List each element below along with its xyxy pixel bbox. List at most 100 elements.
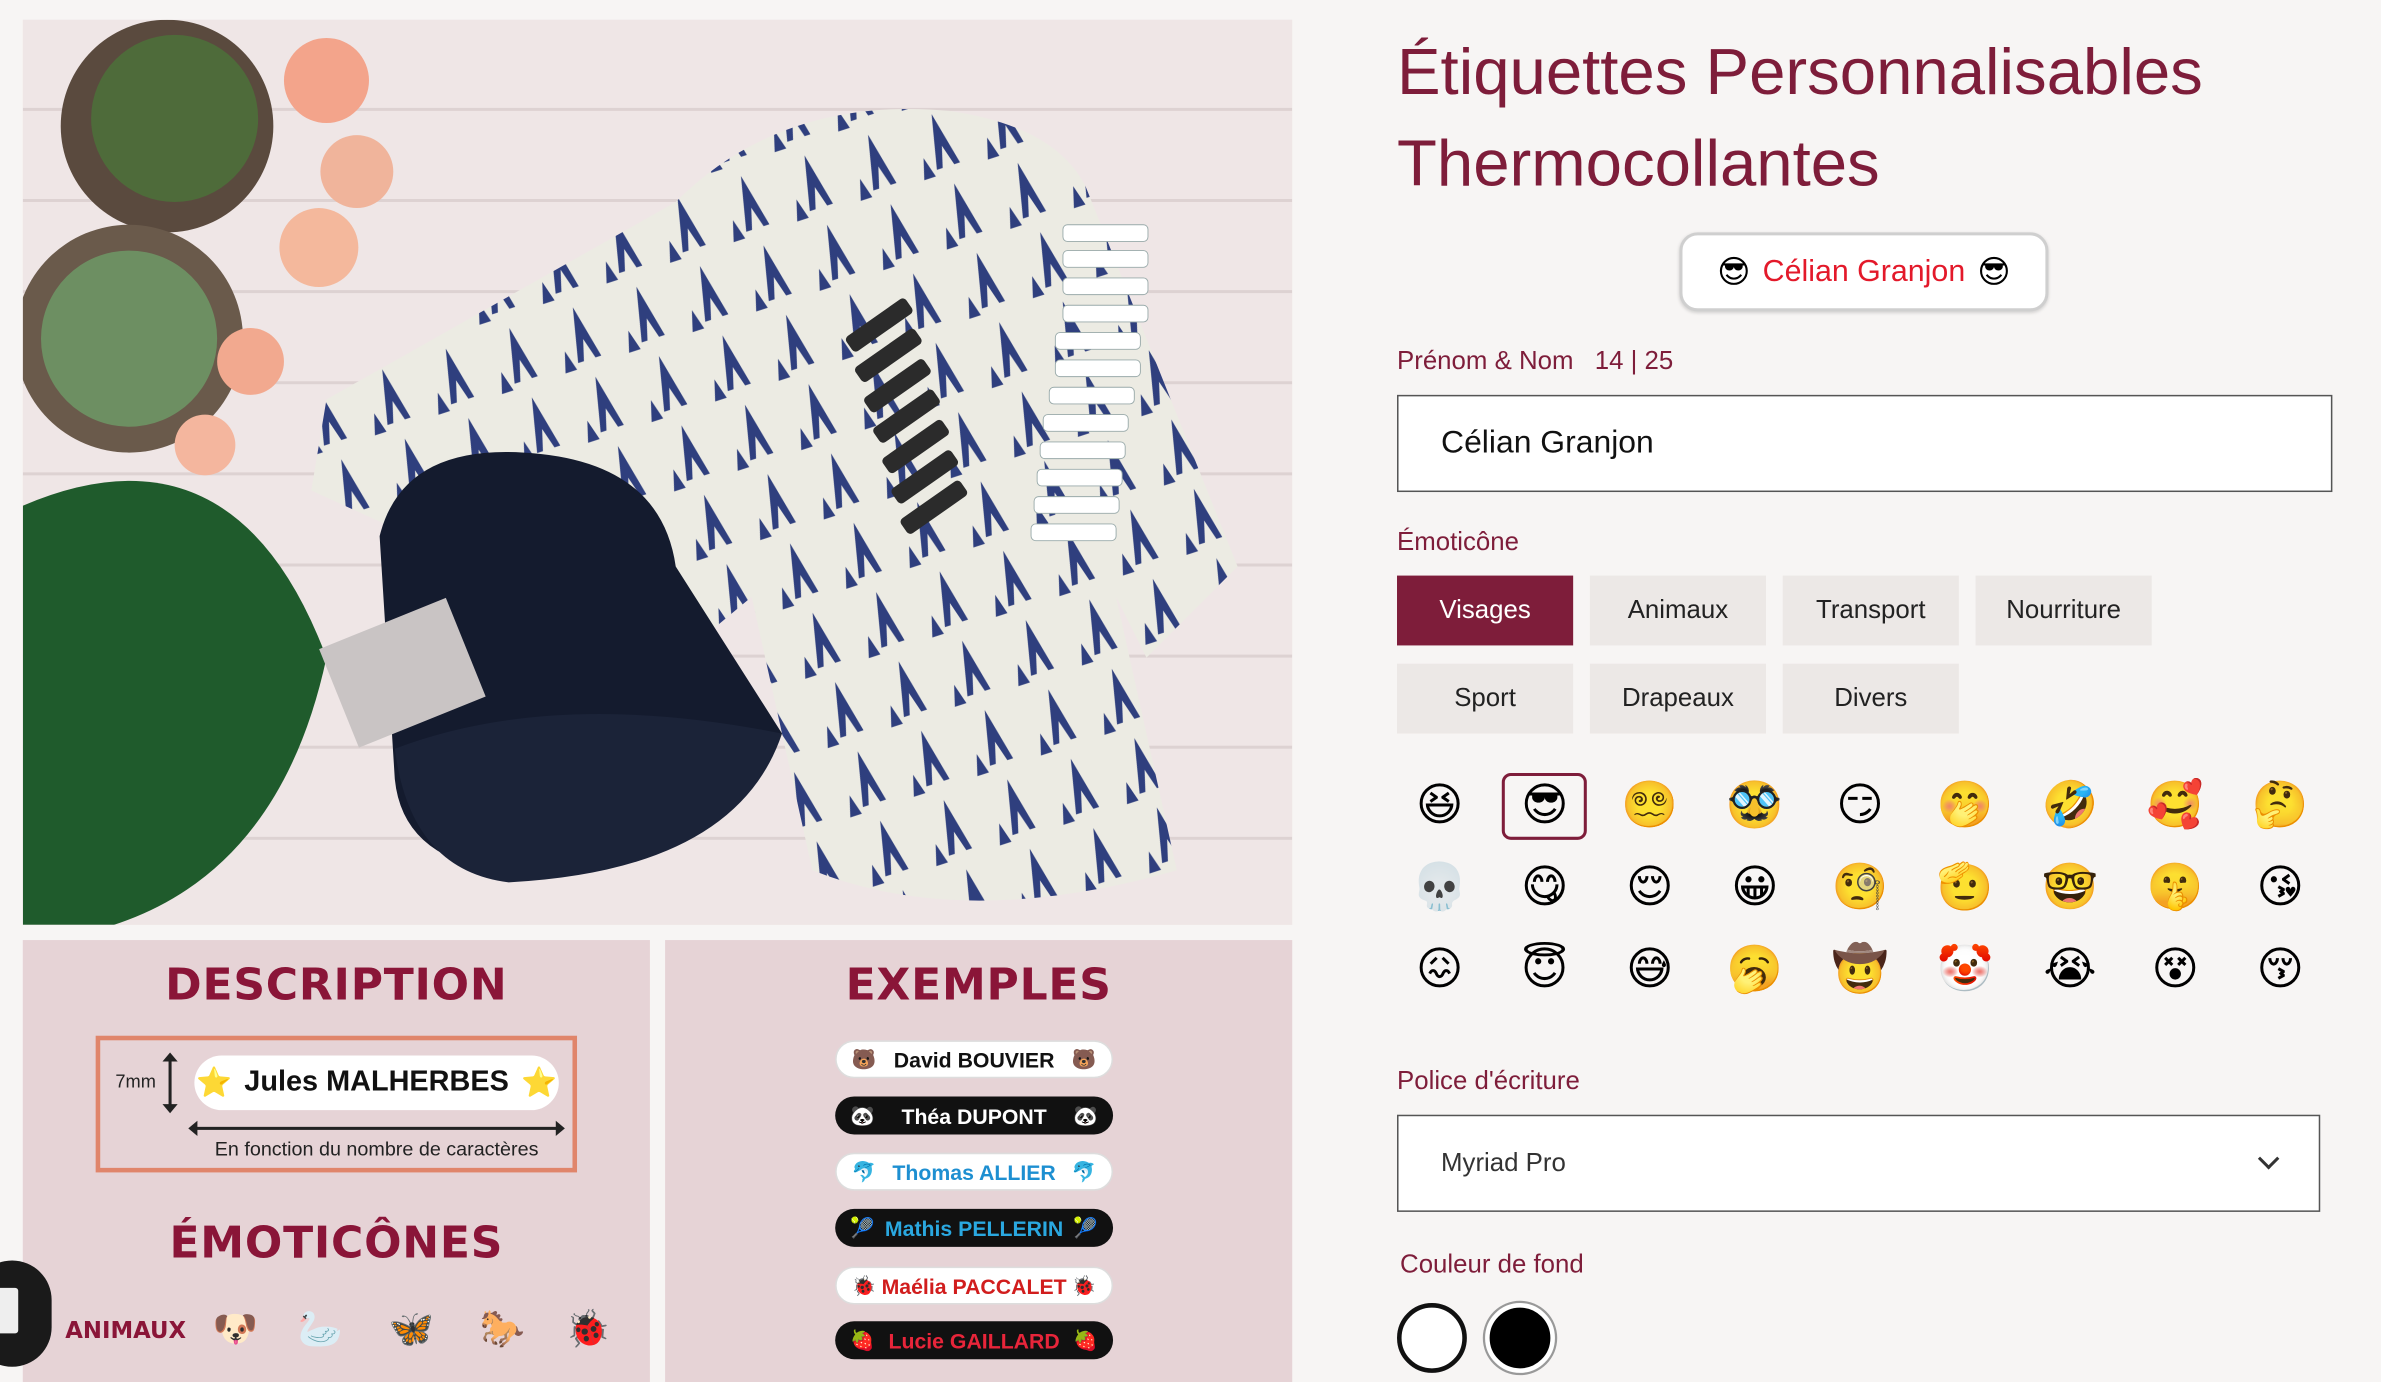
sunglasses-icon: 😎 <box>1717 253 1751 291</box>
font-select-value: Myriad Pro <box>1441 1148 1566 1177</box>
emoji-option-icon[interactable]: 🤠 <box>1817 937 1902 1004</box>
example-icon: 🐻 <box>1071 1047 1097 1070</box>
tab-animaux[interactable]: Animaux <box>1589 575 1767 646</box>
emoji-option-icon[interactable]: 😏 <box>1817 773 1902 840</box>
emoji-option-icon[interactable]: 🤡 <box>1922 937 2007 1004</box>
emoji-option-icon[interactable]: 😵 <box>2133 937 2218 1004</box>
ladybug-icon: 🐞 <box>564 1307 611 1351</box>
example-icon: 🎾 <box>1073 1215 1098 1239</box>
tab-visages[interactable]: Visages <box>1397 575 1574 646</box>
tab-divers[interactable]: Divers <box>1782 663 1959 734</box>
butterfly-icon: 🦋 <box>388 1307 435 1351</box>
emoji-option-icon[interactable]: 😅 <box>1607 937 1692 1004</box>
example-name: Maélia PACCALET <box>881 1273 1067 1298</box>
emoticones-title: ÉMOTICÔNES <box>169 1216 504 1269</box>
examples-panel: EXEMPLES 🐻 David BOUVIER 🐻 🐼 Théa DUPONT 🐼 🐬 Th… <box>665 940 1293 1382</box>
emoji-option-icon[interactable]: 😘 <box>2238 855 2323 922</box>
example-icon: 🎾 <box>850 1215 875 1239</box>
title-line-1: Étiquettes Personnalisables <box>1397 36 2203 110</box>
emoji-option-icon[interactable]: 🥸 <box>1712 773 1797 840</box>
emoji-grid: 😆 😎 😵‍💫 🥸 😏 🤭 🤣 🥰 🤔 💀 😋 😌 😀 🧐 🫡 🤓 🤫 😘 😖 😇 😅 🥱 🤠 🤡 😭 😵 😚 <box>1397 767 2338 1031</box>
emoji-option-icon[interactable]: 🤫 <box>2133 855 2218 922</box>
emoji-option-icon[interactable]: 🤣 <box>2027 773 2112 840</box>
emoji-option-icon[interactable]: 😭 <box>2027 937 2112 1004</box>
example-icon: 🐼 <box>850 1103 875 1127</box>
emoji-option-icon[interactable]: 🥱 <box>1712 937 1797 1004</box>
emoji-option-icon[interactable]: 😆 <box>1397 773 1482 840</box>
emoji-option-icon[interactable]: 😎 <box>1502 773 1588 840</box>
product-photo[interactable] <box>22 19 1293 925</box>
star-icon: ⭐ <box>196 1067 233 1100</box>
example-icon: 🐻 <box>851 1047 877 1070</box>
swatch-white[interactable] <box>1397 1303 1467 1373</box>
example-label: 🐬 Thomas ALLIER 🐬 <box>835 1152 1114 1191</box>
emoji-option-icon[interactable]: 😋 <box>1502 855 1587 922</box>
label-preview: 😎 Célian Granjon 😎 <box>1679 232 2049 312</box>
example-icon: 🐼 <box>1073 1103 1098 1127</box>
example-label: 🍓 Lucie GAILLARD 🍓 <box>835 1321 1114 1360</box>
horse-icon: 🐎 <box>479 1307 526 1351</box>
title-line-2: Thermocollantes <box>1397 127 1880 201</box>
example-label: 🐻 David BOUVIER 🐻 <box>835 1040 1114 1079</box>
width-note: En fonction du nombre de caractères <box>214 1137 539 1161</box>
example-icon: 🐬 <box>1071 1159 1097 1183</box>
emoji-option-icon[interactable]: 😌 <box>1607 855 1692 922</box>
examples-title: EXEMPLES <box>845 958 1112 1010</box>
example-label: 🐞 Maélia PACCALET 🐞 <box>835 1266 1114 1305</box>
label-size-diagram: 7mm ⭐ Jules MALHERBES ⭐ En fonction du n… <box>95 1035 578 1173</box>
emoji-option-icon[interactable]: 😀 <box>1712 855 1797 922</box>
example-label: 🐼 Théa DUPONT 🐼 <box>835 1096 1114 1135</box>
example-label: 🎾 Mathis PELLERIN 🎾 <box>835 1208 1114 1247</box>
emoji-option-icon[interactable]: 😵‍💫 <box>1607 773 1692 840</box>
sunglasses-icon: 😎 <box>1977 253 2011 291</box>
description-title: DESCRIPTION <box>165 958 508 1010</box>
sample-label: ⭐ Jules MALHERBES ⭐ <box>194 1055 559 1111</box>
emoji-option-icon[interactable]: 😖 <box>1397 937 1482 1004</box>
description-panel: DESCRIPTION 7mm ⭐ Jules MALHERBES ⭐ En f… <box>22 940 650 1382</box>
preview-name: Célian Granjon <box>1762 254 1966 288</box>
chevron-down-icon <box>2257 1148 2280 1170</box>
tab-sport[interactable]: Sport <box>1397 663 1574 734</box>
product-page: DESCRIPTION 7mm ⭐ Jules MALHERBES ⭐ En f… <box>0 0 2381 1382</box>
emoticon-label: Émoticône <box>1397 526 1519 556</box>
shopping-bag-icon <box>0 1287 19 1334</box>
example-icon: 🍓 <box>1073 1328 1098 1351</box>
name-label-text: Prénom & Nom <box>1397 346 1574 376</box>
swan-icon: 🦢 <box>297 1307 344 1351</box>
emoji-option-icon[interactable]: 💀 <box>1397 855 1482 922</box>
tab-nourriture[interactable]: Nourriture <box>1975 575 2152 646</box>
tab-drapeaux[interactable]: Drapeaux <box>1589 663 1767 734</box>
emoji-option-icon[interactable]: 😚 <box>2238 937 2323 1004</box>
example-icon: 🐞 <box>1071 1273 1097 1297</box>
sample-name: Jules MALHERBES <box>244 1066 509 1099</box>
tab-transport[interactable]: Transport <box>1782 575 1959 646</box>
emoji-option-icon[interactable]: 😇 <box>1502 937 1587 1004</box>
dog-icon: 🐶 <box>212 1307 259 1351</box>
example-icon: 🐞 <box>851 1273 877 1297</box>
star-icon: ⭐ <box>520 1067 557 1100</box>
font-select[interactable]: Myriad Pro <box>1397 1114 2321 1212</box>
font-label: Police d'écriture <box>1397 1066 1580 1095</box>
emoji-option-icon[interactable]: 🤭 <box>1922 773 2007 840</box>
emoji-option-icon[interactable]: 🫡 <box>1922 855 2007 922</box>
example-name: David BOUVIER <box>893 1047 1055 1072</box>
height-arrow <box>162 1052 178 1114</box>
name-field-label: Prénom & Nom 14 | 25 <box>1397 346 1673 376</box>
height-label: 7mm <box>115 1070 156 1092</box>
swatch-black[interactable] <box>1485 1303 1555 1373</box>
animaux-label: ANIMAUX <box>65 1316 187 1345</box>
bg-color-label: Couleur de fond <box>1400 1249 1584 1279</box>
emoji-option-icon[interactable]: 🤓 <box>2027 855 2112 922</box>
emoji-option-icon[interactable]: 🥰 <box>2133 773 2218 840</box>
product-title: Étiquettes Personnalisables Thermocollan… <box>1397 27 2338 209</box>
width-arrow <box>188 1120 565 1136</box>
name-input[interactable]: Célian Granjon <box>1397 394 2333 493</box>
example-icon: 🐬 <box>851 1159 877 1183</box>
example-name: Lucie GAILLARD <box>888 1328 1060 1353</box>
char-count: 14 | 25 <box>1594 346 1674 376</box>
emoji-option-icon[interactable]: 🤔 <box>2238 773 2323 840</box>
emoji-option-icon[interactable]: 🧐 <box>1817 855 1902 922</box>
example-name: Thomas ALLIER <box>892 1159 1056 1184</box>
example-icon: 🍓 <box>850 1328 875 1351</box>
product-illustration <box>22 19 1293 925</box>
